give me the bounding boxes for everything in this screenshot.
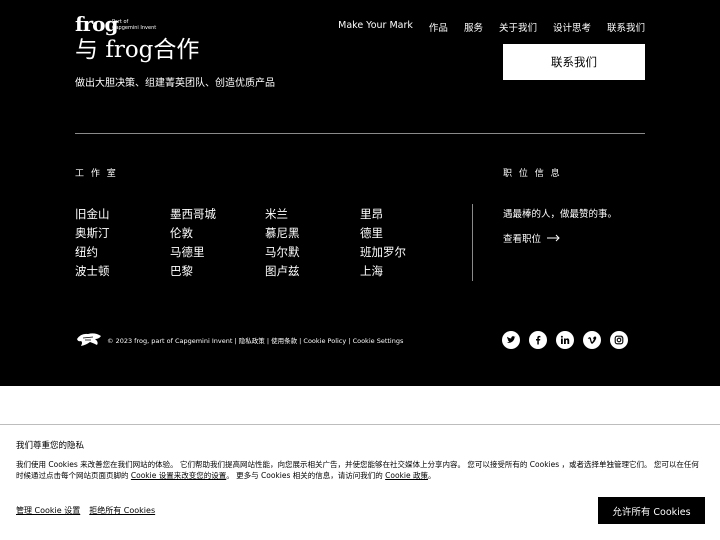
- studio-list: 旧金山 墨西哥城 米兰 里昂 奥斯汀 伦敦 慕尼黑 德里 纽约 马德里 马尔默 …: [75, 207, 455, 279]
- cookie-secondary-actions: 管理 Cookie 设置 拒绝所有 Cookies: [16, 505, 155, 516]
- studio-link[interactable]: 马尔默: [265, 245, 360, 260]
- studio-link[interactable]: 奥斯汀: [75, 226, 170, 241]
- reject-cookies-link[interactable]: 拒绝所有 Cookies: [89, 505, 155, 516]
- studio-link[interactable]: 伦敦: [170, 226, 265, 241]
- careers-text: 遇最棒的人，做最赞的事。: [503, 209, 618, 220]
- contact-us-button[interactable]: 联系我们: [503, 44, 645, 80]
- facebook-icon[interactable]: [529, 331, 547, 349]
- cookie-text-part: 。 更多与 Cookies 相关的信息，请访问我们的: [226, 471, 386, 480]
- cookie-settings-inline-link[interactable]: Cookie 设置来改变您的设置: [131, 471, 226, 480]
- studio-link[interactable]: 班加罗尔: [360, 245, 455, 260]
- studio-link[interactable]: 米兰: [265, 207, 360, 222]
- cookie-policy-link[interactable]: Cookie Policy: [303, 337, 346, 345]
- vimeo-icon[interactable]: [583, 331, 601, 349]
- main-nav: Make Your Mark 作品 服务 关于我们 设计思考 联系我们: [338, 20, 645, 34]
- view-jobs-label: 查看职位: [503, 234, 542, 245]
- frog-mascot-icon[interactable]: [75, 330, 103, 352]
- instagram-icon[interactable]: [610, 331, 628, 349]
- studio-link[interactable]: 上海: [360, 264, 455, 279]
- studio-link[interactable]: 图卢兹: [265, 264, 360, 279]
- social-links: [502, 331, 628, 349]
- cookie-banner-title: 我们尊重您的隐私: [16, 441, 85, 451]
- hero-title: 与 frog合作: [75, 36, 199, 64]
- studio-link[interactable]: 里昂: [360, 207, 455, 222]
- terms-link[interactable]: 使用条款: [271, 337, 297, 345]
- nav-about[interactable]: 关于我们: [499, 20, 537, 34]
- logo-subtitle: Part of Capgemini Invent: [112, 19, 157, 31]
- divider: [75, 133, 645, 134]
- studio-link[interactable]: 墨西哥城: [170, 207, 265, 222]
- hero-title-part: 合作: [153, 37, 200, 63]
- cookie-policy-inline-link[interactable]: Cookie 政策: [385, 471, 428, 480]
- arrow-right-icon: [547, 234, 560, 242]
- studio-link[interactable]: 纽约: [75, 245, 170, 260]
- hero-subtitle: 做出大胆决策、组建菁英团队、创造优质产品: [75, 78, 275, 89]
- linkedin-icon[interactable]: [556, 331, 574, 349]
- vertical-divider: [472, 204, 473, 281]
- studio-link[interactable]: 慕尼黑: [265, 226, 360, 241]
- nav-work[interactable]: 作品: [429, 20, 448, 34]
- allow-all-cookies-button[interactable]: 允许所有 Cookies: [598, 497, 705, 524]
- legal-bar: © 2023 frog, part of Capgemini Invent | …: [107, 337, 404, 345]
- twitter-icon[interactable]: [502, 331, 520, 349]
- studio-link[interactable]: 德里: [360, 226, 455, 241]
- hero-title-part: 与: [75, 37, 106, 63]
- studio-link[interactable]: 旧金山: [75, 207, 170, 222]
- nav-services[interactable]: 服务: [464, 20, 483, 34]
- cookie-banner-border: [0, 424, 720, 425]
- studio-link[interactable]: 波士顿: [75, 264, 170, 279]
- studio-link[interactable]: 马德里: [170, 245, 265, 260]
- privacy-policy-link[interactable]: 隐私政策: [239, 337, 265, 345]
- footer-section: frog Part of Capgemini Invent Make Your …: [0, 0, 720, 386]
- cookie-text-part: 。: [427, 471, 436, 480]
- frog-logo[interactable]: frog Part of Capgemini Invent: [75, 14, 156, 34]
- nav-design-mind[interactable]: 设计思考: [553, 20, 591, 34]
- nav-make-your-mark[interactable]: Make Your Mark: [338, 20, 413, 34]
- cookie-settings-link[interactable]: Cookie Settings: [353, 337, 404, 345]
- hero-title-brand: frog: [105, 37, 154, 63]
- manage-cookies-link[interactable]: 管理 Cookie 设置: [16, 505, 80, 516]
- careers-heading: 职 位 信 息: [503, 169, 562, 179]
- copyright: © 2023 frog, part of Capgemini Invent: [107, 337, 233, 345]
- studio-link[interactable]: 巴黎: [170, 264, 265, 279]
- cookie-banner-text: 我们使用 Cookies 来改善您在我们网站的体验。 它们帮助我们提高网站性能，…: [16, 459, 706, 481]
- studios-heading: 工 作 室: [75, 169, 118, 179]
- view-jobs-link[interactable]: 查看职位: [503, 231, 561, 245]
- nav-contact[interactable]: 联系我们: [607, 20, 645, 34]
